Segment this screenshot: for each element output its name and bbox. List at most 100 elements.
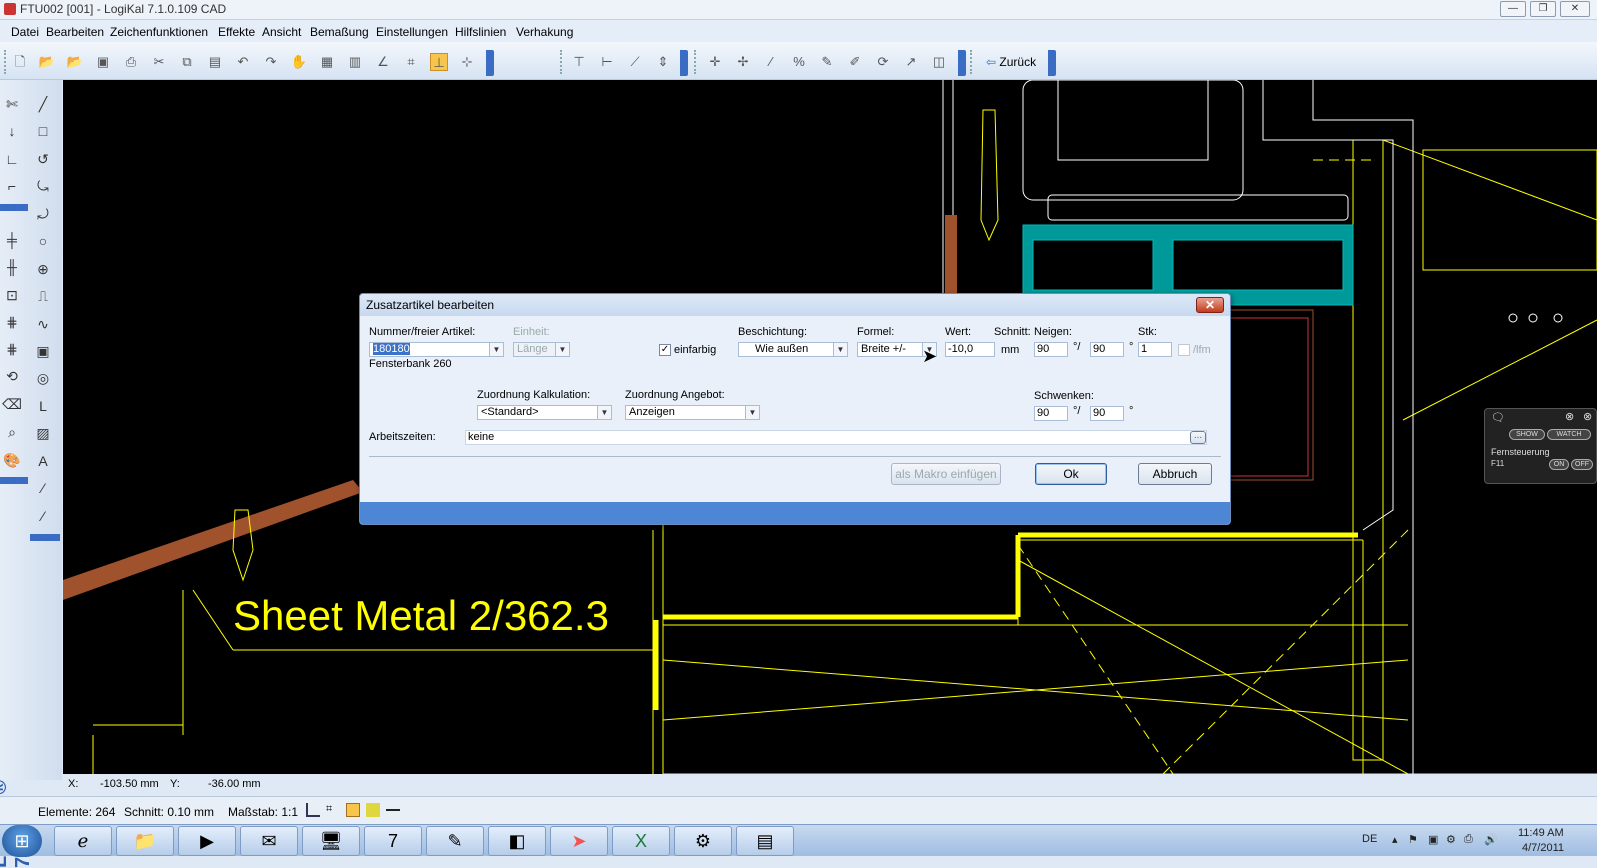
undo-icon[interactable]: ↶ [234, 53, 252, 71]
polyline-icon[interactable]: ⎍ [33, 286, 53, 306]
arbeitszeiten-input[interactable]: keine [465, 430, 1207, 445]
trim-scissors-icon[interactable]: ✄ [2, 94, 22, 114]
abbruch-button[interactable]: Abbruch [1138, 463, 1212, 485]
dash-line-icon[interactable]: ⁄ [33, 478, 53, 498]
open-folder-icon[interactable]: 📂 [38, 53, 56, 71]
logikal-app-icon[interactable]: 7 [364, 826, 422, 856]
ortho-icon[interactable] [306, 803, 320, 817]
rectangle-icon[interactable]: □ [33, 121, 53, 141]
widget-settings-icon[interactable]: ⊗ [1565, 410, 1574, 423]
move-icon[interactable]: ✛ [706, 53, 724, 71]
cross-line-icon[interactable]: ╪ [2, 230, 22, 250]
flag-icon[interactable]: ⚑ [1408, 833, 1418, 846]
toolbar-end[interactable] [486, 50, 494, 76]
neigen-b-input[interactable]: 90 [1090, 342, 1124, 357]
new-file-icon[interactable]: 🗋 [11, 53, 29, 71]
line-icon[interactable]: ╱ [33, 94, 53, 114]
device-icon[interactable]: ⚙ [1446, 833, 1456, 846]
snap-status-icon[interactable]: ⌗ [326, 803, 340, 817]
chevron-down-icon[interactable]: ▼ [833, 343, 847, 356]
scale-percent-icon[interactable]: % [790, 53, 808, 71]
makro-button[interactable]: als Makro einfügen [891, 463, 1001, 485]
start-button[interactable]: ⊞ [2, 825, 42, 857]
toolbar-end[interactable] [1048, 50, 1056, 76]
ring-icon[interactable]: ◎ [33, 368, 53, 388]
close-button[interactable]: ✕ [1560, 1, 1590, 17]
l-shape-icon[interactable]: L [33, 396, 53, 416]
circle-icon[interactable]: ○ [33, 231, 53, 251]
redo-icon[interactable]: ↷ [262, 53, 280, 71]
widget-close-icon[interactable]: ⊗ [1583, 410, 1592, 423]
outlook-icon[interactable]: ✉ [240, 826, 298, 856]
settings-tool-icon[interactable]: ⚙ [674, 826, 732, 856]
toolbar-separator[interactable] [0, 477, 28, 484]
ok-button[interactable]: Ok [1035, 463, 1107, 485]
toolbar-grip[interactable] [970, 50, 973, 74]
toolbar-grip[interactable] [560, 50, 563, 74]
eraser-icon[interactable]: ⌫ [2, 394, 22, 414]
clock-time[interactable]: 11:49 AM [1518, 827, 1564, 839]
chevron-down-icon[interactable]: ▼ [597, 406, 611, 419]
color-palette-icon[interactable]: 🎨 [2, 450, 22, 470]
back-button[interactable]: ⇦ Zurück [980, 50, 1042, 74]
watch-toggle[interactable]: WATCH [1547, 429, 1591, 440]
menu-bearbeiten[interactable]: Bearbeiten [46, 25, 104, 39]
dash-line-2-icon[interactable]: ⁄ [33, 506, 53, 526]
circle-center-icon[interactable]: ⊕ [33, 259, 53, 279]
dimension-horizontal-icon[interactable]: ⊤ [570, 53, 588, 71]
arc-three-point-icon[interactable]: ⤾ [33, 204, 53, 224]
schwenken-b-input[interactable]: 90 [1090, 406, 1124, 421]
menu-hilfslinien[interactable]: Hilfslinien [455, 25, 506, 39]
color-status-icon[interactable] [366, 803, 380, 817]
excel-icon[interactable]: X [612, 826, 670, 856]
hatch-line-icon[interactable]: ⋕ [2, 312, 22, 332]
move-vertical-icon[interactable]: ✢ [734, 53, 752, 71]
toolbar-end[interactable] [680, 50, 688, 76]
kalkulation-combo[interactable]: <Standard> ▼ [477, 405, 612, 420]
file-explorer-icon[interactable]: 📁 [116, 826, 174, 856]
angle-icon[interactable]: ∠ [374, 53, 392, 71]
beschichtung-combo[interactable]: Wie außen ▼ [738, 342, 848, 357]
text-icon[interactable]: A [33, 451, 53, 471]
menu-datei[interactable]: Datei [11, 25, 39, 39]
spline-icon[interactable]: ∿ [33, 314, 53, 334]
arbeitszeiten-ellipsis-button[interactable]: ... [1190, 431, 1206, 444]
network-icon[interactable]: ▣ [1428, 833, 1438, 846]
zoom-icon[interactable]: ⌕ [2, 422, 22, 442]
media-player-icon[interactable]: ▶ [178, 826, 236, 856]
pan-hand-icon[interactable]: ✋ [290, 53, 308, 71]
fillet-icon[interactable]: ⌐ [2, 176, 22, 196]
menu-effekte[interactable]: Effekte [218, 25, 255, 39]
menu-zeichenfunktionen[interactable]: Zeichenfunktionen [110, 25, 208, 39]
pen-icon[interactable]: ✐ [846, 53, 864, 71]
arc-tangent-icon[interactable]: ⤿ [33, 176, 53, 196]
schwenken-a-input[interactable]: 90 [1034, 406, 1068, 421]
toolbar-grip[interactable] [694, 50, 697, 74]
lfm-checkbox[interactable] [1178, 344, 1190, 356]
save-icon[interactable]: ▣ [94, 53, 112, 71]
wert-input[interactable]: -10,0 [945, 342, 995, 357]
maximize-button[interactable]: ❐ [1530, 1, 1556, 17]
snap-active-icon[interactable]: ⊥ [430, 53, 448, 71]
paste-icon[interactable]: ▤ [206, 53, 224, 71]
notepad-icon[interactable]: ✎ [426, 826, 484, 856]
menu-verhakung[interactable]: Verhakung [516, 25, 573, 39]
internet-explorer-icon[interactable]: ℯ [54, 826, 112, 856]
einfarbig-checkbox[interactable]: ✓ [659, 344, 671, 356]
corner-icon[interactable]: ∟ [2, 149, 22, 169]
viewer-icon[interactable]: ◧ [488, 826, 546, 856]
grid-line-icon[interactable]: ⋕ [2, 339, 22, 359]
scale-icon[interactable]: ⁄ [762, 53, 780, 71]
volume-icon[interactable]: 🔊 [1484, 833, 1498, 846]
toolbar-end[interactable] [958, 50, 966, 76]
hatch-icon[interactable]: ▨ [33, 423, 53, 443]
rotate-icon[interactable]: ⟳ [874, 53, 892, 71]
menu-bemassung[interactable]: Bemaßung [310, 25, 369, 39]
copy-icon[interactable]: ⧉ [178, 53, 196, 71]
document-app-icon[interactable]: ▤ [736, 826, 794, 856]
chevron-down-icon[interactable]: ▼ [745, 406, 759, 419]
minimize-button[interactable]: — [1500, 1, 1526, 17]
mirror-icon[interactable]: ◫ [930, 53, 948, 71]
trim-icon[interactable]: ⊹ [458, 53, 476, 71]
menu-einstellungen[interactable]: Einstellungen [376, 25, 448, 39]
